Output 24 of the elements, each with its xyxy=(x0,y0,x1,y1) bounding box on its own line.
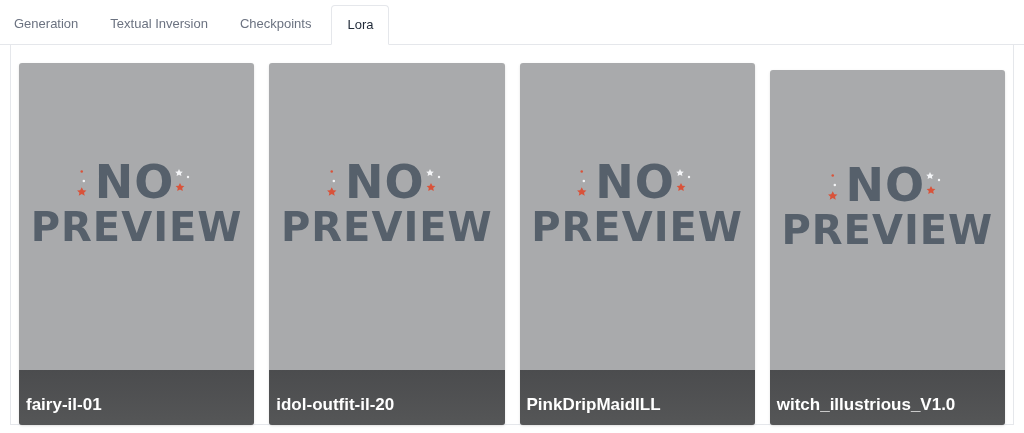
placeholder-text: NO xyxy=(845,162,926,208)
model-name: witch_illustrious_V1.0 xyxy=(769,370,1005,425)
stars-icon xyxy=(577,170,588,197)
model-card[interactable]: NO PREVIEW idol-outfit-il-20 xyxy=(269,63,505,425)
placeholder-text: PREVIEW xyxy=(531,206,743,247)
model-name: PinkDripMaidILL xyxy=(519,370,755,425)
placeholder-text: PREVIEW xyxy=(781,210,994,250)
model-card[interactable]: NO PREVIEW PinkDripMaidILL xyxy=(519,63,755,425)
tab[interactable]: Generation xyxy=(2,4,91,44)
model-card[interactable]: NO PREVIEW fairy-il-01 xyxy=(19,63,255,425)
stars-icon xyxy=(76,170,87,197)
placeholder-text: PREVIEW xyxy=(30,206,243,247)
placeholder-text: NO xyxy=(345,158,425,205)
stars-icon xyxy=(327,170,338,197)
model-name: fairy-il-01 xyxy=(19,370,255,425)
tab[interactable]: Checkpoints xyxy=(227,4,324,44)
tab[interactable]: Textual Inversion xyxy=(98,4,220,44)
stars-icon xyxy=(827,173,838,201)
model-name: idol-outfit-il-20 xyxy=(269,370,505,425)
placeholder-text: NO xyxy=(595,158,675,205)
tab[interactable]: Lora xyxy=(331,5,390,45)
model-card[interactable]: NO PREVIEW witch_illustrious_V1.0 xyxy=(769,70,1005,425)
placeholder-text: PREVIEW xyxy=(281,206,493,247)
placeholder-text: NO xyxy=(94,158,175,205)
